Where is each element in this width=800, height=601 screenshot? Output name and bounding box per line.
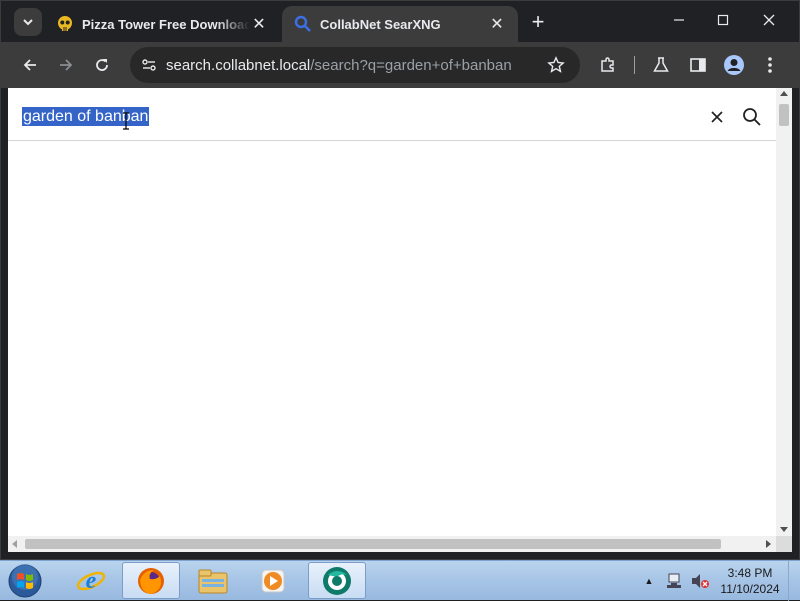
horizontal-scrollbar[interactable] [8,536,776,552]
clock-time: 3:48 PM [727,566,773,580]
site-info-icon[interactable] [134,50,164,80]
taskbar-browser-app[interactable] [308,562,366,599]
system-tray: ▲ [640,561,710,601]
back-button[interactable] [15,50,45,80]
minimize-button[interactable] [656,0,702,40]
tab-search-button[interactable] [14,8,42,36]
minimize-icon [674,19,684,21]
scroll-up-arrow-icon[interactable] [780,91,788,96]
url-host: search.collabnet.local [166,56,311,74]
menu-button[interactable] [755,50,785,80]
start-orb-icon [8,564,42,598]
tab-title: Pizza Tower Free Download (v1 [82,16,250,32]
scroll-right-arrow-icon[interactable] [766,540,771,548]
scroll-down-arrow-icon[interactable] [780,527,788,532]
search-submit-button[interactable] [740,105,764,129]
search-input[interactable]: garden of banban [22,107,150,126]
taskbar-media-player[interactable] [244,562,302,599]
file-explorer-icon [198,569,228,593]
browser-toolbar: search.collabnet.local/search?q=garden+o… [0,42,800,88]
vertical-scrollbar[interactable] [776,88,792,536]
browser-app-icon [323,566,351,595]
extensions-button[interactable] [593,50,623,80]
puzzle-icon [601,57,614,72]
scroll-thumb[interactable] [25,539,721,549]
text-cursor-icon [123,112,129,130]
maximize-button[interactable] [700,0,746,40]
close-icon[interactable]: ✕ [250,15,268,33]
tab-pizza-tower[interactable]: Pizza Tower Free Download (v1 ✕ [44,6,280,42]
start-button[interactable] [5,562,45,600]
scroll-left-arrow-icon[interactable] [12,540,17,548]
close-icon [763,14,775,26]
avatar-icon [724,55,744,75]
search-icon [294,15,312,33]
maximize-icon [717,14,729,26]
firefox-icon [138,567,164,594]
network-icon[interactable] [666,572,684,590]
close-icon[interactable]: ✕ [488,15,506,33]
labs-button[interactable] [646,50,676,80]
reload-button[interactable] [87,50,117,80]
chevron-down-icon [23,19,33,26]
scroll-thumb[interactable] [779,104,789,126]
bookmark-star-icon[interactable] [544,53,568,77]
flask-icon [653,57,669,72]
new-tab-button[interactable]: + [526,9,550,34]
close-icon [711,111,723,123]
speaker-muted-icon[interactable] [690,572,710,590]
show-desktop-button[interactable] [788,561,800,601]
address-bar[interactable]: search.collabnet.local/search?q=garden+o… [130,47,580,83]
tab-strip: Pizza Tower Free Download (v1 ✕ CollabNe… [0,0,800,42]
url-path: /search?q=garden+of+banban [310,56,512,74]
arrow-left-icon [23,59,36,71]
close-window-button[interactable] [746,0,792,40]
side-panel-button[interactable] [683,50,713,80]
url-text: search.collabnet.local/search?q=garden+o… [166,57,512,74]
tab-collabnet-searxng[interactable]: CollabNet SearXNG ✕ [282,6,518,42]
clear-search-button[interactable] [706,106,728,128]
taskbar: e ▲ 3:48 PM 11/10/2024 [0,560,800,601]
clock[interactable]: 3:48 PM 11/10/2024 [712,565,788,597]
media-player-icon [261,569,285,592]
kebab-menu-icon [768,57,772,73]
browser-window: Pizza Tower Free Download (v1 ✕ CollabNe… [0,0,800,560]
taskbar-firefox[interactable] [122,562,180,599]
side-panel-icon [690,58,706,72]
forward-button[interactable] [51,50,81,80]
taskbar-file-explorer[interactable] [184,562,242,599]
reload-icon [96,59,108,71]
search-icon [743,108,761,126]
taskbar-internet-explorer[interactable]: e [62,562,120,599]
show-hidden-icons-arrow-icon[interactable]: ▲ [640,576,658,586]
profile-button[interactable] [719,50,749,80]
page-content: garden of banban [8,88,776,536]
skull-icon [56,15,74,33]
toolbar-separator [634,56,635,74]
clock-date: 11/10/2024 [720,582,780,596]
svg-text:e: e [86,568,97,594]
tab-title: CollabNet SearXNG [320,16,441,32]
internet-explorer-icon: e [76,568,106,594]
arrow-right-icon [60,59,73,71]
scrollbar-corner [776,536,792,552]
